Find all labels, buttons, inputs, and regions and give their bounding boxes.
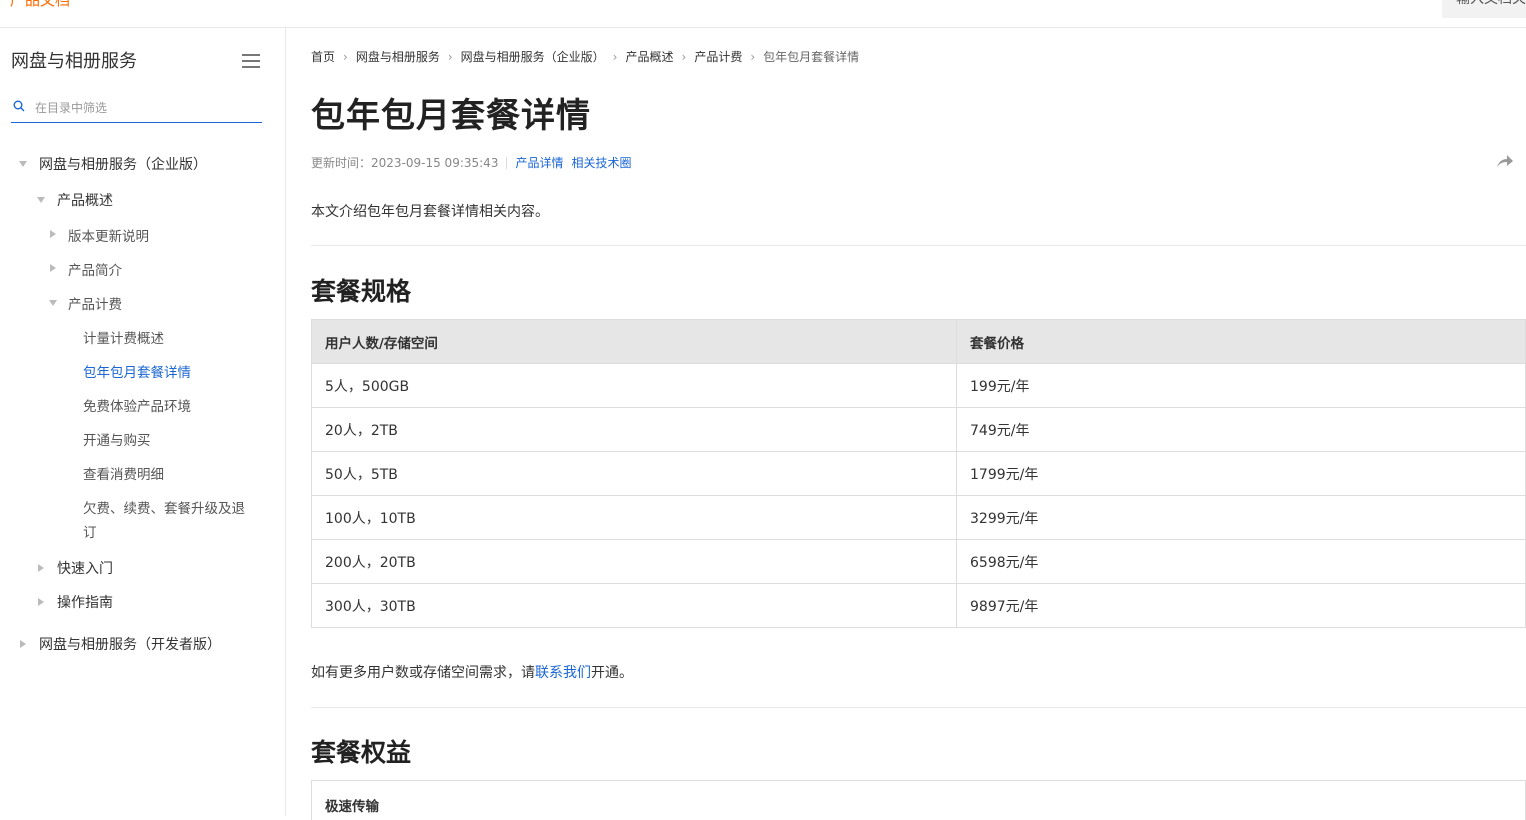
sidebar-filter[interactable]: [11, 93, 262, 123]
breadcrumb-item[interactable]: 网盘与相册服务: [356, 48, 440, 65]
tree-item-developer[interactable]: 网盘与相册服务（开发者版）: [39, 634, 221, 654]
tree-item-quickstart[interactable]: 快速入门: [57, 558, 113, 578]
caret-down-icon[interactable]: [49, 300, 57, 306]
breadcrumb-item[interactable]: 产品概述: [625, 48, 673, 65]
sidebar-title: 网盘与相册服务: [11, 51, 137, 72]
breadcrumb-item[interactable]: 网盘与相册服务（企业版）: [461, 48, 605, 65]
table-cell: 3299元/年: [956, 495, 1526, 540]
table-row: 200人，20TB 6598元/年: [311, 539, 1526, 584]
table-cell: 1799元/年: [956, 451, 1526, 496]
tree-item-renewal-line2[interactable]: 订: [83, 521, 97, 541]
tree-item-billing-overview[interactable]: 计量计费概述: [83, 327, 164, 347]
breadcrumb-item[interactable]: 首页: [311, 48, 335, 65]
contact-note: 如有更多用户数或存储空间需求，请联系我们开通。: [311, 662, 633, 682]
benefits-table: 极速传输: [311, 780, 1526, 820]
tree-item-free-trial[interactable]: 免费体验产品环境: [83, 395, 191, 415]
product-details-link[interactable]: 产品详情: [515, 156, 563, 170]
caret-right-icon[interactable]: [50, 264, 56, 272]
table-cell: 6598元/年: [956, 539, 1526, 584]
updated-time: 更新时间：2023-09-15 09:35:43: [311, 156, 499, 170]
search-icon: [13, 100, 25, 112]
table-row: 300人，30TB 9897元/年: [311, 583, 1526, 628]
page-meta: 更新时间：2023-09-15 09:35:43 产品详情 相关技术圈: [311, 154, 639, 171]
tree-item-overview[interactable]: 产品概述: [57, 190, 113, 210]
table-row: 20人，2TB 749元/年: [311, 407, 1526, 452]
table-cell: 199元/年: [956, 363, 1526, 408]
caret-right-icon[interactable]: [20, 640, 26, 648]
section-title-spec: 套餐规格: [311, 277, 412, 306]
tree-item-activation[interactable]: 开通与购买: [83, 429, 151, 449]
tree-item-subscription-details[interactable]: 包年包月套餐详情: [83, 361, 191, 381]
tree-item-guide[interactable]: 操作指南: [57, 592, 113, 612]
tree-item-release-notes[interactable]: 版本更新说明: [68, 225, 149, 245]
breadcrumb-current: 包年包月套餐详情: [763, 50, 860, 64]
share-icon[interactable]: [1496, 153, 1514, 169]
table-cell: 9897元/年: [956, 583, 1526, 628]
caret-right-icon[interactable]: [38, 564, 44, 572]
sidebar: 网盘与相册服务 网盘与相册服务（企业版） 产品概述 版本更新说明 产品简介 产品…: [0, 28, 286, 816]
caret-right-icon[interactable]: [38, 598, 44, 606]
table-cell: 100人，10TB: [311, 495, 957, 540]
table-row: 100人，10TB 3299元/年: [311, 495, 1526, 540]
table-header-cell: 用户人数/存储空间: [311, 319, 957, 364]
table-cell: 200人，20TB: [311, 539, 957, 584]
table-row: 5人，500GB 199元/年: [311, 363, 1526, 408]
spec-table: 用户人数/存储空间 套餐价格 5人，500GB 199元/年 20人，2TB 7…: [311, 319, 1526, 628]
breadcrumb-item[interactable]: 产品计费: [694, 48, 742, 65]
note-suffix: 开通。: [591, 665, 633, 681]
product-docs-link[interactable]: 产品文档: [10, 0, 70, 9]
divider: [311, 707, 1526, 708]
doc-search-input[interactable]: 输入文档关: [1442, 0, 1526, 18]
benefits-header: 极速传输: [325, 799, 379, 815]
table-cell: 749元/年: [956, 407, 1526, 452]
table-cell: 5人，500GB: [311, 363, 957, 408]
caret-down-icon[interactable]: [37, 197, 45, 203]
intro-text: 本文介绍包年包月套餐详情相关内容。: [311, 204, 549, 220]
table-row: 50人，5TB 1799元/年: [311, 451, 1526, 496]
top-bar: 产品文档 输入文档关: [0, 0, 1526, 28]
tech-circle-link[interactable]: 相关技术圈: [571, 156, 631, 170]
menu-icon[interactable]: [242, 54, 260, 68]
table-cell: 300人，30TB: [311, 583, 957, 628]
caret-down-icon[interactable]: [19, 161, 27, 167]
table-cell: 50人，5TB: [311, 451, 957, 496]
contact-us-link[interactable]: 联系我们: [535, 665, 591, 681]
tree-item-consumption[interactable]: 查看消费明细: [83, 463, 164, 483]
caret-right-icon[interactable]: [50, 230, 56, 238]
tree-item-enterprise[interactable]: 网盘与相册服务（企业版）: [39, 154, 207, 174]
divider: [311, 245, 1526, 246]
table-header-row: 用户人数/存储空间 套餐价格: [311, 319, 1526, 364]
tree-item-renewal[interactable]: 欠费、续费、套餐升级及退: [83, 497, 245, 517]
page-title: 包年包月套餐详情: [311, 96, 591, 136]
tree-item-intro[interactable]: 产品简介: [68, 259, 122, 279]
table-header-cell: 套餐价格: [956, 319, 1526, 364]
table-cell: 20人，2TB: [311, 407, 957, 452]
tree-item-billing[interactable]: 产品计费: [68, 293, 122, 313]
breadcrumb: 首页 › 网盘与相册服务 › 网盘与相册服务（企业版） › 产品概述 › 产品计费 › 包年包月套餐…: [311, 48, 860, 65]
section-title-benefits: 套餐权益: [311, 738, 412, 767]
sidebar-filter-input[interactable]: [33, 97, 257, 119]
note-prefix: 如有更多用户数或存储空间需求，请: [311, 665, 535, 681]
